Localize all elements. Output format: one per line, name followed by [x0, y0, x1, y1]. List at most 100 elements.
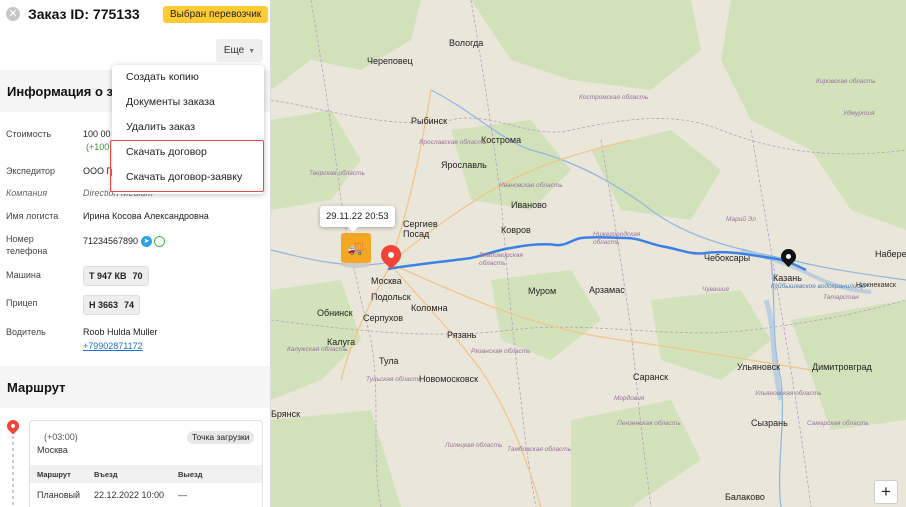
map-label: Куйбышевское водохранилище: [771, 283, 866, 290]
map-label: Ульяновск: [737, 362, 781, 372]
phone-row: 71234567890 ➤: [83, 235, 166, 248]
car-label: Машина: [6, 270, 41, 280]
menu-item-delete-order[interactable]: Удалить заказ: [112, 115, 264, 140]
map-label: Чувашия: [702, 286, 729, 293]
route-section-header: Маршрут: [0, 366, 270, 408]
car-number: Т 947 КВ: [89, 271, 127, 281]
map-label: Набере: [875, 249, 906, 259]
map-label: Ярославль: [441, 160, 487, 170]
truck-icon[interactable]: 🚚: [341, 233, 371, 263]
map-view[interactable]: Вологда Череповец Рыбинск Кострома Яросл…: [271, 0, 906, 507]
col-route: Маршрут: [37, 470, 71, 479]
cell-route-type: Плановый: [37, 490, 80, 500]
route-timezone: (+03:00): [44, 432, 78, 442]
car-region: 70: [132, 271, 143, 281]
cost-label: Стоимость: [6, 129, 52, 139]
map-label: Владимирская область: [479, 252, 523, 267]
map-label: Пензенская область: [617, 420, 681, 427]
map-label: Костромская область: [579, 94, 649, 101]
info-section-title: Информация о з: [7, 84, 113, 99]
map-label: Ивановская область: [499, 182, 563, 189]
map-label: Сызрань: [751, 418, 788, 428]
location-pin-icon: [4, 417, 22, 435]
map-label: Арзамас: [589, 285, 625, 295]
company-label: Компания: [6, 188, 48, 198]
map-label: Мордовия: [614, 395, 645, 402]
map-label: Москва: [371, 276, 402, 286]
zoom-in-button[interactable]: +: [874, 480, 898, 504]
map-label: Сергиев Посад: [403, 219, 438, 239]
menu-highlight-box: [110, 140, 264, 192]
map-label: Рязанская область: [471, 348, 531, 355]
logist-value: Ирина Косова Александровна: [83, 211, 209, 221]
map-label: Обнинск: [317, 308, 353, 318]
cost-extra: (+100: [86, 142, 110, 152]
close-icon[interactable]: ✕: [6, 7, 20, 21]
map-label: Вологда: [449, 38, 484, 48]
map-label: Серпухов: [363, 313, 404, 323]
status-badge: Выбран перевозчик: [163, 6, 269, 23]
map-label: Тверская область: [309, 170, 365, 177]
map-label: Иваново: [511, 200, 547, 210]
car-plate: Т 947 КВ 70: [83, 266, 149, 286]
logist-label: Имя логиста: [6, 211, 59, 221]
car-plate-badge: Т 947 КВ 70: [83, 266, 149, 286]
map-label: Подольск: [371, 292, 411, 302]
chevron-down-icon: ▼: [248, 48, 256, 55]
driver-label: Водитель: [6, 327, 46, 337]
col-exit: Выезд: [178, 470, 203, 479]
order-panel: ✕ Заказ ID: 775133 Выбран перевозчик Еще…: [0, 0, 271, 507]
forwarder-label: Экспедитор: [6, 166, 55, 176]
menu-item-create-copy[interactable]: Создать копию: [112, 65, 264, 90]
map-label: Ковров: [501, 225, 531, 235]
cost-value: 100 00: [83, 129, 111, 139]
trailer-plate: Н 3663 74: [83, 295, 141, 315]
map-label: Муром: [528, 286, 557, 296]
map-label: Тульская область: [366, 376, 422, 383]
trailer-label: Прицеп: [6, 298, 38, 308]
phone-label: Номер телефона: [6, 234, 48, 256]
order-header: ✕ Заказ ID: 775133 Выбран перевозчик: [0, 0, 270, 30]
trailer-region: 74: [124, 300, 135, 310]
driver-name: Roob Hulda Muller: [83, 327, 158, 337]
map-label: Димитровград: [812, 362, 872, 372]
telegram-icon[interactable]: ➤: [141, 236, 153, 248]
map-tooltip: 29.11.22 20:53: [320, 206, 395, 232]
map-label: Брянск: [271, 409, 301, 419]
map-label: Ульяновская область: [755, 390, 822, 397]
map-label: Марий Эл: [726, 216, 756, 223]
map-label: Саранск: [633, 372, 669, 382]
whatsapp-icon[interactable]: [154, 236, 166, 248]
map-label: Рыбинск: [411, 116, 448, 126]
map-label: Липецкая область: [445, 442, 503, 449]
cell-exit: —: [178, 490, 187, 500]
map-label: Удмуртия: [843, 110, 875, 117]
map-label: Казань: [773, 273, 802, 283]
map-label: Тула: [379, 356, 399, 366]
route-section-title: Маршрут: [7, 380, 66, 395]
col-entry: Въезд: [94, 470, 118, 479]
more-button[interactable]: Еще ▼: [216, 39, 263, 62]
map-label: Самарская область: [807, 420, 869, 427]
route-point-card: (+03:00) Москва Точка загрузки Маршрут В…: [29, 420, 263, 507]
cell-entry: 22.12.2022 10:00: [94, 490, 165, 500]
more-button-label: Еще: [223, 45, 245, 56]
map-label: Нижегородская область: [593, 231, 641, 246]
map-label: Кировская область: [816, 78, 876, 85]
driver-phone-link[interactable]: +79902871172: [83, 340, 143, 352]
loading-point-badge: Точка загрузки: [187, 431, 255, 444]
route-table-header: Маршрут Въезд Выезд: [30, 465, 262, 483]
map-label: Коломна: [411, 303, 448, 313]
map-label: Череповец: [367, 56, 413, 66]
map-label: Ярославская область: [419, 139, 487, 146]
map-label: Татарстан: [823, 294, 859, 301]
map-label: Балаково: [725, 492, 765, 502]
route-dots: [12, 436, 14, 506]
map-label: Калужская область: [287, 346, 348, 353]
map-label: Рязань: [447, 330, 477, 340]
menu-item-order-documents[interactable]: Документы заказа: [112, 90, 264, 115]
map-label: Чебоксары: [704, 253, 751, 263]
phone-value: 71234567890: [83, 236, 139, 246]
trailer-number: Н 3663: [89, 300, 119, 310]
route-city: Москва: [37, 445, 68, 455]
